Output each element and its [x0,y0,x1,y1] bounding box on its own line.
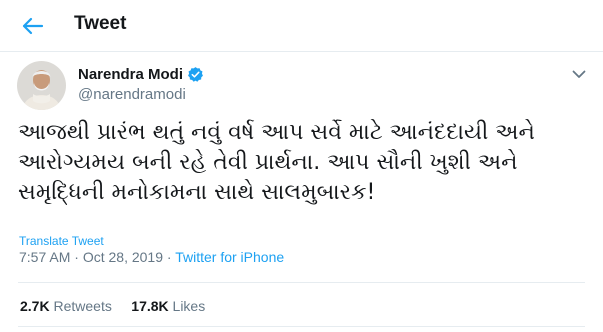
retweets-count: 2.7K [20,298,50,314]
likes-label: Likes [172,298,206,314]
engagement-stats: 2.7K Retweets 17.8K Likes [20,298,205,314]
divider [18,282,585,283]
likes-stat[interactable]: 17.8K Likes [131,298,205,314]
tweet-line: સમૃદ્ધિની મનોકામના સાથે સાલમુબારક! [18,180,376,205]
page-title: Tweet [74,13,127,34]
tweet-time[interactable]: 7:57 AM [19,249,70,265]
retweets-stat[interactable]: 2.7K Retweets [20,298,112,314]
author-name[interactable]: Narendra Modi [78,66,204,83]
arrow-left-icon [22,17,44,35]
meta-separator: · [70,249,83,265]
divider [18,326,585,327]
meta-separator: · [163,249,176,265]
chevron-down-icon [572,70,586,78]
tweet-line: આજથી પ્રારંભ થતું નવું વર્ષ આપ સર્વે માટ… [18,120,535,145]
tweet-date[interactable]: Oct 28, 2019 [83,249,163,265]
more-options-button[interactable] [569,64,589,84]
retweets-label: Retweets [53,298,112,314]
verified-badge-icon [187,66,204,83]
tweet-meta: 7:57 AM · Oct 28, 2019 · Twitter for iPh… [19,249,284,265]
tweet-source-link[interactable]: Twitter for iPhone [175,249,284,265]
avatar[interactable] [17,61,66,110]
tweet-line: આરોગ્યમય બની રહે તેવી પ્રાર્થના. આપ સૌની… [18,150,518,175]
translate-tweet-link[interactable]: Translate Tweet [19,234,104,248]
top-bar: Tweet [0,0,603,52]
back-button[interactable] [18,12,48,40]
author-handle[interactable]: @narendramodi [78,86,186,103]
likes-count: 17.8K [131,298,169,314]
tweet-text: આજથી પ્રારંભ થતું નવું વર્ષ આપ સર્વે માટ… [18,118,588,208]
author-name-text: Narendra Modi [78,66,184,83]
